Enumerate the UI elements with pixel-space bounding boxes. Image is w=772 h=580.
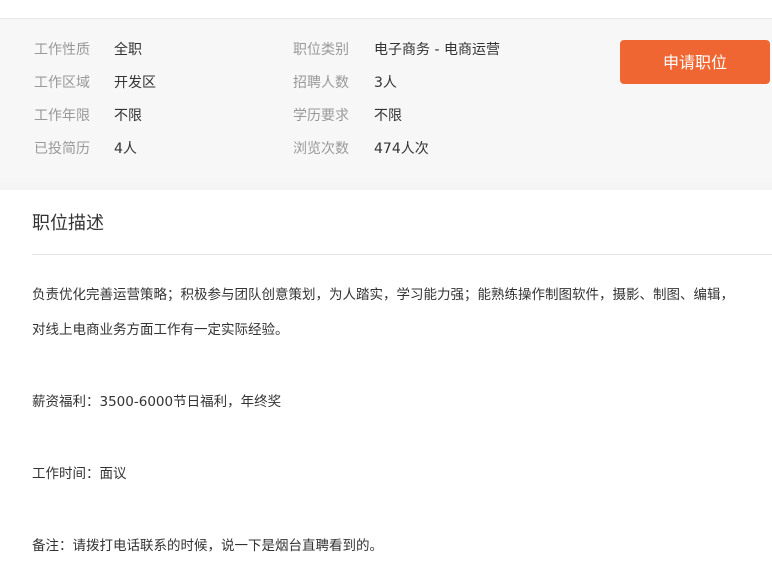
experience-label: 工作年限 bbox=[34, 108, 90, 124]
description-line: 负责优化完善运营策略；积极参与团队创意策划，为人踏实，学习能力强；能熟练操作制图… bbox=[32, 287, 734, 303]
salary-line: 薪资福利：3500-6000节日福利，年终奖 bbox=[32, 394, 282, 410]
apply-job-button[interactable]: 申请职位 bbox=[620, 40, 770, 84]
info-row: 工作年限 不限 学历要求 不限 bbox=[0, 106, 620, 126]
description-title: 职位描述 bbox=[32, 213, 104, 234]
job-description-panel: 职位描述 负责优化完善运营策略；积极参与团队创意策划，为人踏实，学习能力强；能熟… bbox=[0, 190, 772, 580]
resumes-value: 4人 bbox=[114, 141, 137, 157]
headcount-label: 招聘人数 bbox=[293, 75, 349, 91]
info-row: 工作区域 开发区 招聘人数 3人 bbox=[0, 73, 620, 93]
job-type-value: 全职 bbox=[114, 42, 142, 58]
job-info-panel: 工作性质 全职 职位类别 电子商务 - 电商运营 工作区域 开发区 招聘人数 3… bbox=[0, 19, 772, 182]
description-divider bbox=[32, 254, 772, 255]
education-value: 不限 bbox=[374, 108, 402, 124]
work-time-line: 工作时间：面议 bbox=[32, 466, 127, 482]
job-category-value: 电子商务 - 电商运营 bbox=[374, 42, 500, 58]
remark-line: 备注：请拨打电话联系的时候，说一下是烟台直聘看到的。 bbox=[32, 538, 383, 554]
headcount-value: 3人 bbox=[374, 75, 397, 91]
section-gap bbox=[0, 182, 772, 190]
experience-value: 不限 bbox=[114, 108, 142, 124]
job-category-label: 职位类别 bbox=[293, 42, 349, 58]
education-label: 学历要求 bbox=[293, 108, 349, 124]
resumes-label: 已投简历 bbox=[34, 141, 90, 157]
views-label: 浏览次数 bbox=[293, 141, 349, 157]
views-value: 474人次 bbox=[374, 141, 429, 157]
top-strip bbox=[0, 0, 772, 19]
info-row: 工作性质 全职 职位类别 电子商务 - 电商运营 bbox=[0, 40, 620, 60]
work-area-value: 开发区 bbox=[114, 75, 156, 91]
info-row: 已投简历 4人 浏览次数 474人次 bbox=[0, 139, 620, 159]
job-type-label: 工作性质 bbox=[34, 42, 90, 58]
work-area-label: 工作区域 bbox=[34, 75, 90, 91]
description-line: 对线上电商业务方面工作有一定实际经验。 bbox=[32, 322, 289, 338]
